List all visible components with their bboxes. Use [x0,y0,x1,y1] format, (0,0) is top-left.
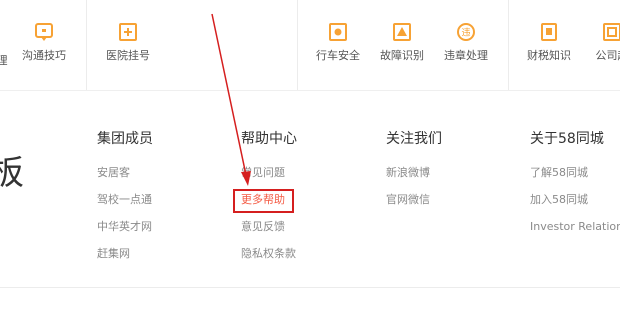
arrow-shaft [211,13,247,176]
annotation-arrow [211,13,251,186]
arrow-head [241,171,251,186]
